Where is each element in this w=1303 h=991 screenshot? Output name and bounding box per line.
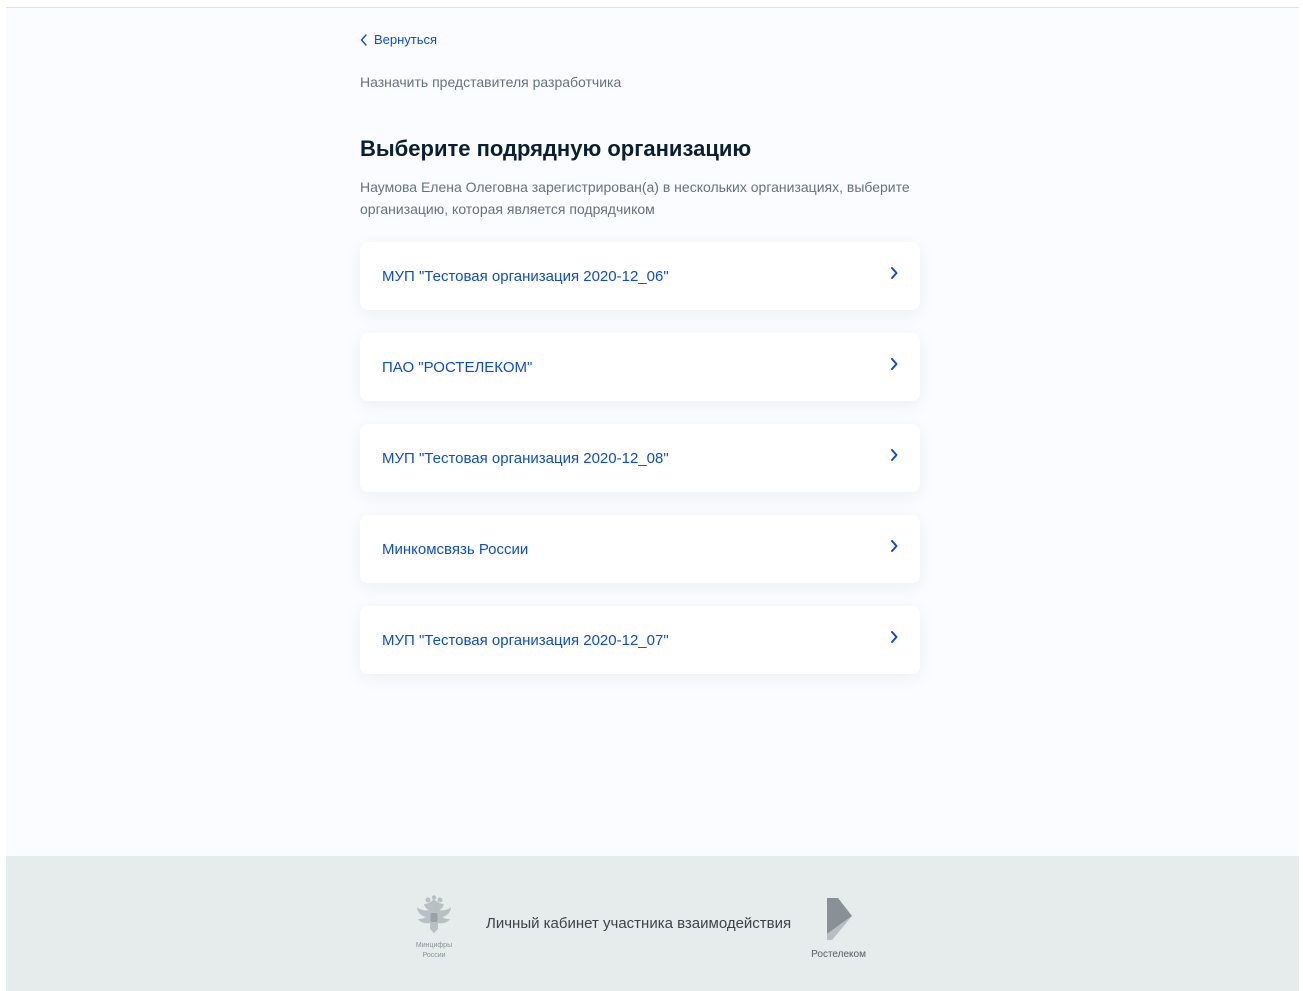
back-link-label: Вернуться [374,32,438,47]
chevron-right-icon [890,631,898,643]
chevron-left-icon [360,33,368,46]
footer-title: Личный кабинет участника взаимодействия [486,914,792,932]
partner-logo: Ростелеком [811,896,866,960]
organization-card[interactable]: МУП "Тестовая организация 2020-12_08" [360,424,920,492]
page-subtitle: Назначить представителя разработчика [360,74,622,90]
emblem-caption-line1: Минцифры [415,941,453,949]
organization-card[interactable]: Минкомсвязь России [360,515,920,583]
coat-of-arms-icon [412,894,456,940]
organization-name: МУП "Тестовая организация 2020-12_07" [382,631,669,649]
page-title: Выберите подрядную организацию [360,136,752,161]
organization-list: МУП "Тестовая организация 2020-12_06" ПА… [360,242,920,697]
chevron-right-icon [890,358,898,370]
organization-name: Минкомсвязь России [382,540,529,558]
footer-branding: Минцифры России Личный кабинет участника… [410,894,866,960]
chevron-right-icon [890,267,898,279]
organization-name: ПАО "РОСТЕЛЕКОМ" [382,358,533,376]
organization-card[interactable]: МУП "Тестовая организация 2020-12_07" [360,606,920,674]
ministry-emblem: Минцифры России [410,894,458,960]
partner-name: Ростелеком [811,949,866,960]
page-description: Наумова Елена Олеговна зарегистрирован(а… [360,179,910,217]
rostelecom-logo-icon [824,896,854,947]
organization-card[interactable]: МУП "Тестовая организация 2020-12_06" [360,242,920,310]
page-frame: Вернуться Назначить представителя разраб… [6,7,1299,991]
back-link[interactable]: Вернуться [360,32,437,47]
chevron-right-icon [890,540,898,552]
footer: Минцифры России Личный кабинет участника… [6,856,1299,991]
organization-name: МУП "Тестовая организация 2020-12_06" [382,267,669,285]
organization-name: МУП "Тестовая организация 2020-12_08" [382,449,669,467]
organization-card[interactable]: ПАО "РОСТЕЛЕКОМ" [360,333,920,401]
emblem-caption-line2: России [422,951,446,959]
chevron-right-icon [890,449,898,461]
